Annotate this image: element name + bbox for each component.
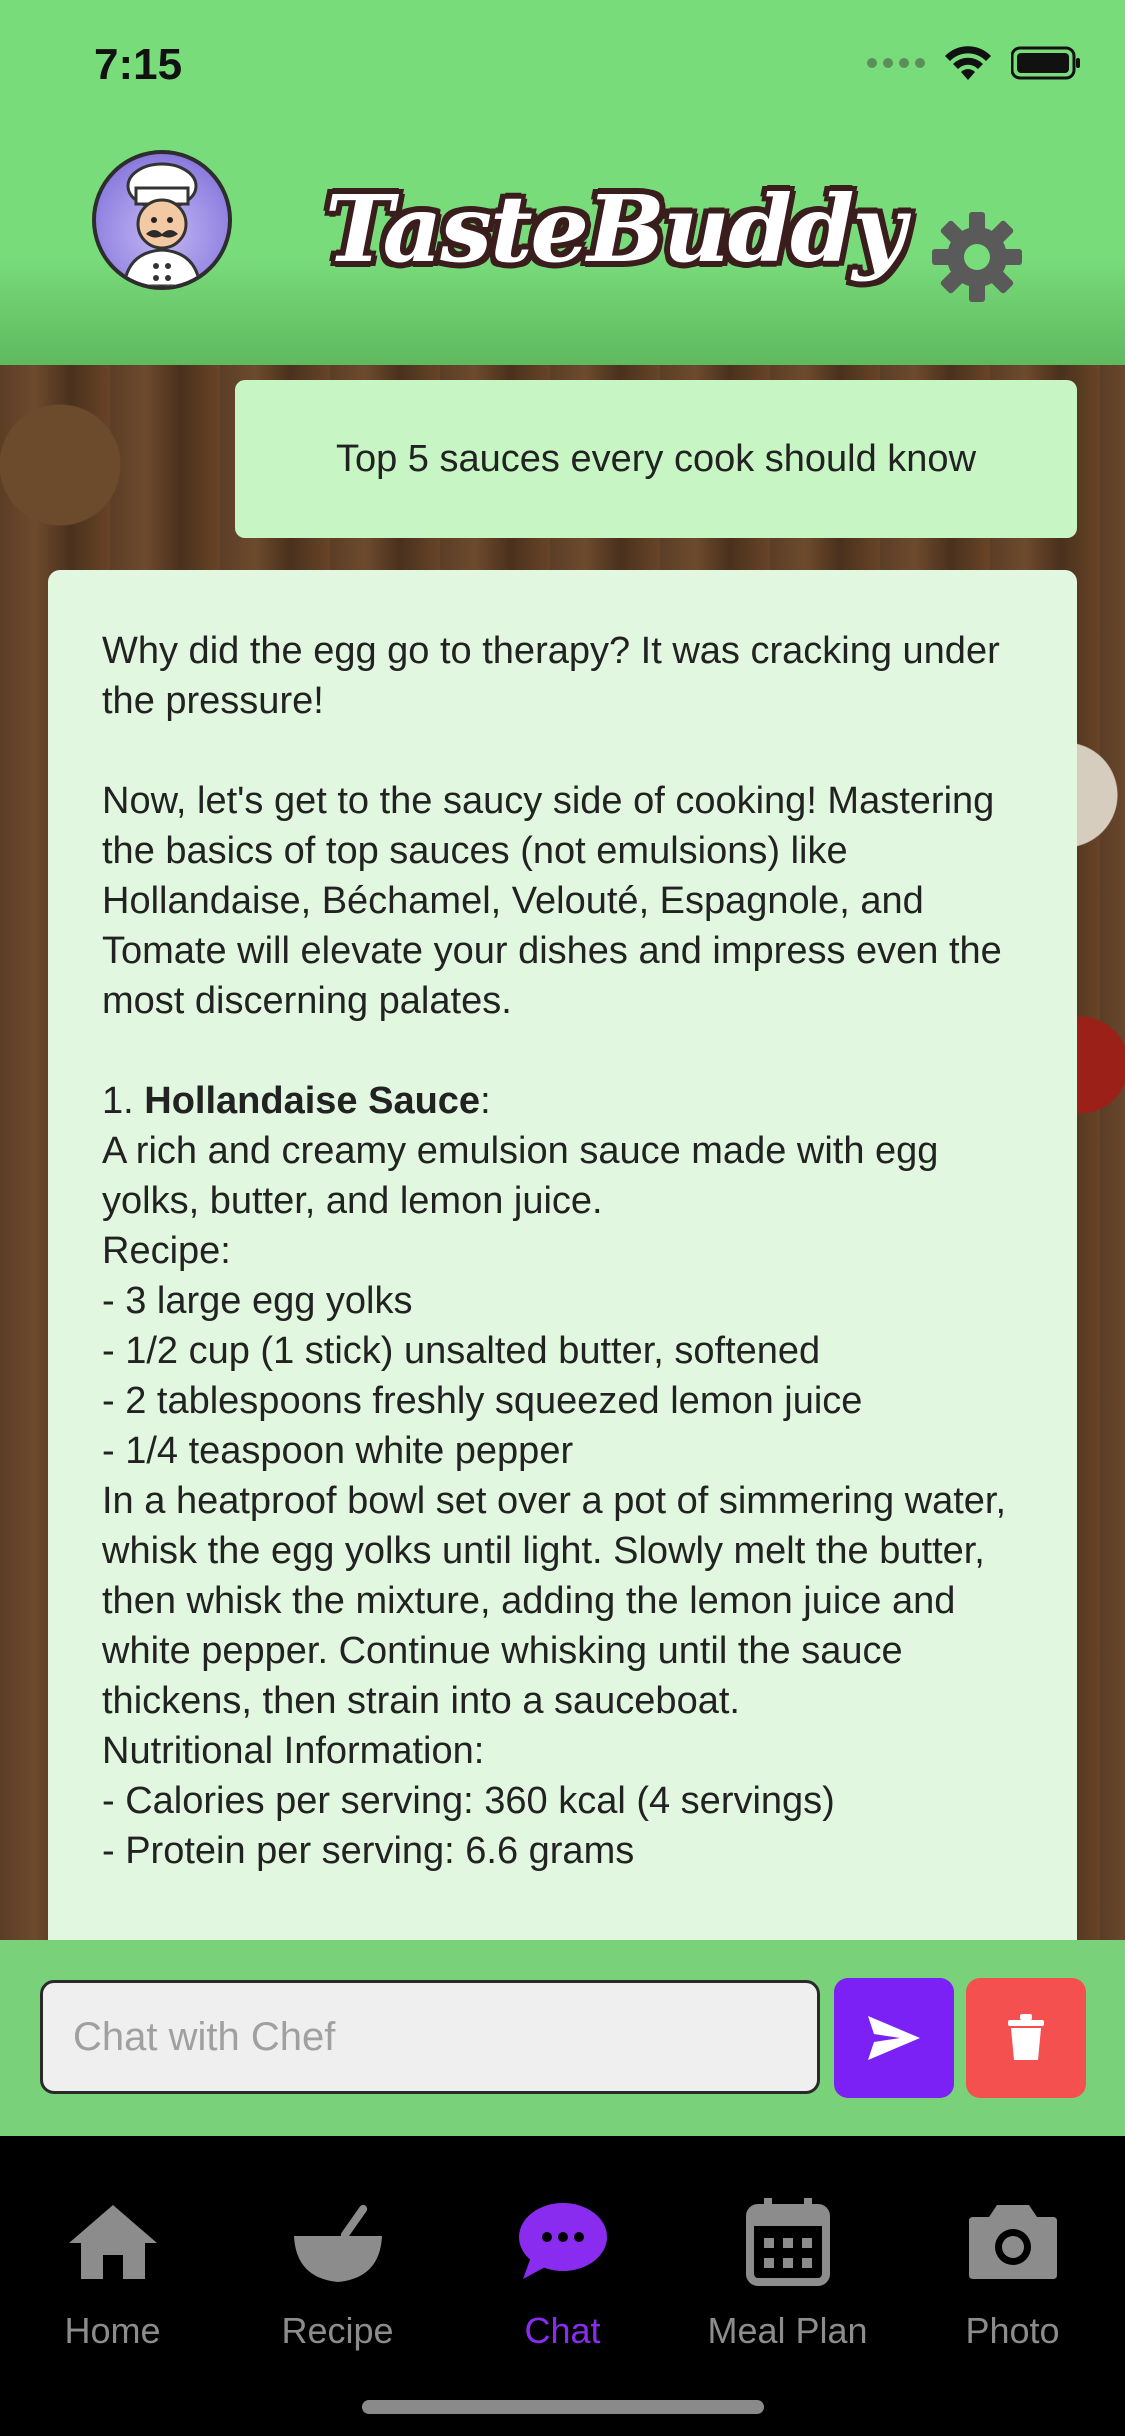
user-message-bubble: Top 5 sauces every cook should know [235, 380, 1077, 538]
sauce-title: Hollandaise Sauce [144, 1080, 481, 1122]
tab-recipe-label: Recipe [281, 2310, 394, 2351]
send-button[interactable] [834, 1978, 954, 2098]
ingredient-line: - 2 tablespoons freshly squeezed lemon j… [102, 1380, 863, 1422]
delete-button[interactable] [966, 1978, 1086, 2098]
sauce-colon: : [480, 1080, 491, 1122]
app-brand-title: TasteBuddy [325, 175, 906, 283]
tab-recipe[interactable]: Recipe [225, 2186, 450, 2352]
home-icon [68, 2205, 157, 2279]
tab-photo-label: Photo [965, 2310, 1060, 2351]
wifi-icon [945, 46, 991, 80]
home-indicator [362, 2400, 764, 2414]
recipe-label: Recipe: [102, 1230, 231, 1272]
tab-home[interactable]: Home [0, 2186, 225, 2352]
gear-icon[interactable] [930, 210, 1024, 304]
sauce-description: A rich and creamy emulsion sauce made wi… [102, 1130, 939, 1222]
bot-joke: Why did the egg go to therapy? It was cr… [102, 630, 1000, 722]
battery-icon [1011, 46, 1081, 80]
tab-meal-plan[interactable]: Meal Plan [675, 2186, 900, 2352]
tab-chat-label: Chat [524, 2310, 601, 2351]
recipe-method: In a heatproof bowl set over a pot of si… [102, 1480, 1007, 1722]
tab-chat[interactable]: Chat [450, 2186, 675, 2352]
app-header: 7:15 TasteBuddy [0, 0, 1125, 365]
status-icons [867, 46, 1081, 80]
send-icon [868, 2016, 920, 2060]
ingredient-line: - 1/4 teaspoon white pepper [102, 1430, 574, 1472]
nutrition-line: - Protein per serving: 6.6 grams [102, 1830, 635, 1872]
bowl-icon [293, 2204, 382, 2282]
sauce-heading: 1. Hollandaise Sauce: [102, 1076, 1023, 1126]
chef-avatar [92, 150, 232, 290]
bot-intro: Now, let's get to the saucy side of cook… [102, 780, 1002, 1022]
tab-photo[interactable]: Photo [900, 2186, 1125, 2352]
nutrition-label: Nutritional Information: [102, 1730, 485, 1772]
bot-message-bubble: Why did the egg go to therapy? It was cr… [48, 570, 1077, 1940]
camera-icon [968, 2205, 1057, 2279]
sauce-number: 1. [102, 1080, 134, 1122]
chat-input[interactable] [40, 1980, 820, 2094]
ingredient-line: - 3 large egg yolks [102, 1280, 413, 1322]
tab-meal-plan-label: Meal Plan [707, 2310, 868, 2351]
calendar-icon [745, 2198, 830, 2286]
tab-home-label: Home [64, 2310, 161, 2351]
status-time: 7:15 [94, 40, 183, 89]
bottom-tab-bar: Home Recipe Chat Meal Plan Photo [0, 2136, 1125, 2436]
nutrition-line: - Calories per serving: 360 kcal (4 serv… [102, 1780, 835, 1822]
chat-input-bar [0, 1940, 1125, 2136]
trash-icon [1008, 2014, 1044, 2060]
user-message-text: Top 5 sauces every cook should know [335, 437, 977, 480]
cellular-icon [867, 58, 925, 68]
chat-bubble-icon [518, 2203, 607, 2279]
ingredient-line: - 1/2 cup (1 stick) unsalted butter, sof… [102, 1330, 821, 1372]
